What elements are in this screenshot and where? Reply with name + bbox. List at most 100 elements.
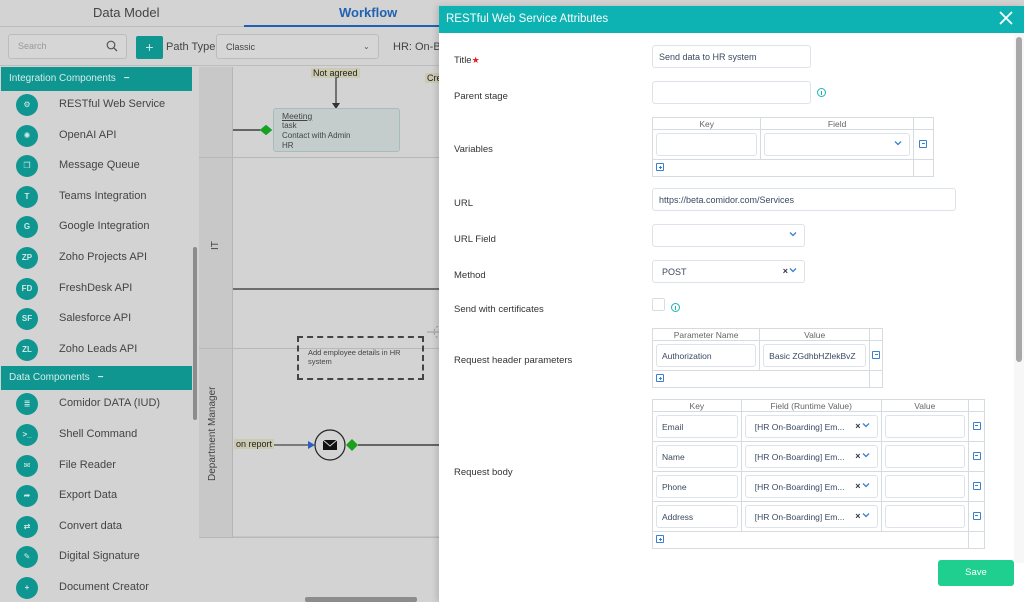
sidebar-item-google-integration[interactable]: G Google Integration <box>0 213 198 244</box>
column-header-parameter-name: Parameter Name <box>651 328 761 341</box>
flow-label-create: Cre <box>425 73 440 83</box>
group-title: Integration Components <box>9 73 116 84</box>
path-type-value: Classic <box>226 42 256 52</box>
send-with-certificates-checkbox[interactable] <box>652 298 665 311</box>
dialog-scrollbar[interactable] <box>1016 37 1022 362</box>
body-field-select[interactable]: [HR On-Boarding] Em... × <box>744 475 878 498</box>
request-headers-table: Parameter Name Value Authorization Basic… <box>651 328 883 388</box>
sidebar-item-comidor-data[interactable]: ≣ Comidor DATA (IUD) <box>0 390 198 421</box>
variable-field-select[interactable] <box>764 133 910 156</box>
body-key-input[interactable]: Address <box>656 505 738 528</box>
sidebar-item-digital-signature[interactable]: ✎ Digital Signature <box>0 543 198 574</box>
chevron-down-icon <box>789 268 797 273</box>
sidebar-item-document-creator[interactable]: + Document Creator <box>0 574 198 602</box>
info-icon[interactable] <box>671 303 680 312</box>
save-button[interactable]: Save <box>938 560 1014 586</box>
group-data-components[interactable]: Data Components − <box>1 366 192 391</box>
variable-key-input[interactable] <box>656 133 758 156</box>
header-name-input[interactable]: Authorization <box>656 344 757 367</box>
clear-icon[interactable]: × <box>783 266 788 276</box>
path-type-select[interactable]: Classic ⌄ <box>216 34 379 59</box>
restful-attributes-dialog: RESTful Web Service Attributes Title★ Se… <box>439 6 1024 602</box>
variables-label: Variables <box>454 144 493 155</box>
sidebar-item-convert-data[interactable]: ⇄ Convert data <box>0 513 198 544</box>
clear-icon[interactable]: × <box>855 421 861 431</box>
url-field-select[interactable] <box>652 224 805 247</box>
chevron-down-icon <box>894 141 902 146</box>
sidebar-item-label: Google Integration <box>59 220 150 233</box>
sidebar-item-label: Document Creator <box>59 580 149 593</box>
sidebar-item-salesforce-api[interactable]: SF Salesforce API <box>0 305 198 336</box>
salesforce-icon: SF <box>16 308 38 331</box>
freshdesk-icon: FD <box>16 277 38 300</box>
sidebar-scrollbar[interactable] <box>193 247 197 420</box>
column-header-key: Key <box>651 117 762 130</box>
path-type-label: Path Type <box>166 41 216 53</box>
body-value-input[interactable] <box>884 505 966 528</box>
column-header-actions <box>869 328 883 341</box>
dialog-body: Title★ Send data to HR system Parent sta… <box>439 33 1024 602</box>
group-integration-components[interactable]: Integration Components − <box>1 67 192 91</box>
sidebar-item-label: Convert data <box>59 519 122 532</box>
remove-row-icon[interactable] <box>919 139 928 148</box>
body-field-value: [HR On-Boarding] Em... <box>754 482 845 492</box>
add-row-icon[interactable] <box>656 163 664 171</box>
sidebar-item-message-queue[interactable]: ❐ Message Queue <box>0 152 198 183</box>
close-icon[interactable] <box>998 10 1014 26</box>
remove-row-icon[interactable] <box>972 421 981 430</box>
component-search-input[interactable]: Search <box>8 34 127 59</box>
workflow-canvas[interactable]: IT Department Manager Not agreed Cre on <box>199 67 440 602</box>
body-value-input[interactable] <box>884 475 966 498</box>
url-input[interactable]: https://beta.comidor.com/Services <box>652 188 956 211</box>
sidebar-item-restful-web-service[interactable]: ⚙ RESTful Web Service <box>0 91 198 122</box>
column-header-actions <box>912 117 935 130</box>
openai-icon: ✺ <box>16 124 38 147</box>
tab-workflow[interactable]: Workflow <box>339 5 397 20</box>
clear-icon[interactable]: × <box>855 451 861 461</box>
remove-row-icon[interactable] <box>972 481 981 490</box>
canvas-horizontal-scrollbar[interactable] <box>305 597 417 602</box>
column-header-key: Key <box>652 399 742 412</box>
sidebar-item-freshdesk-api[interactable]: FD FreshDesk API <box>0 275 198 306</box>
add-row-icon[interactable] <box>656 535 664 543</box>
task-node-add-employee-details[interactable]: Add employee details in HR system <box>297 336 424 380</box>
clear-icon[interactable]: × <box>855 481 861 491</box>
body-value-input[interactable] <box>884 445 966 468</box>
remove-row-icon[interactable] <box>872 350 881 359</box>
parent-stage-input[interactable] <box>652 81 811 104</box>
sidebar-item-zoho-projects-api[interactable]: ZP Zoho Projects API <box>0 244 198 275</box>
sidebar-item-zoho-leads-api[interactable]: ZL Zoho Leads API <box>0 336 198 367</box>
remove-row-icon[interactable] <box>972 451 981 460</box>
sidebar-item-label: Zoho Projects API <box>59 250 148 263</box>
sidebar-item-teams-integration[interactable]: T Teams Integration <box>0 183 198 214</box>
task-node-meeting[interactable]: Meeting task Contact with Admin HR <box>273 108 400 152</box>
collapse-icon[interactable]: − <box>124 73 130 84</box>
add-row-icon[interactable] <box>656 374 664 382</box>
collapse-icon[interactable]: − <box>98 372 104 383</box>
body-field-select[interactable]: [HR On-Boarding] Em... × <box>744 415 878 438</box>
title-input[interactable]: Send data to HR system <box>652 45 811 68</box>
body-key-input[interactable]: Name <box>656 445 738 468</box>
sidebar-item-openai-api[interactable]: ✺ OpenAI API <box>0 122 198 153</box>
sidebar-item-export-data[interactable]: ➦ Export Data <box>0 482 198 513</box>
remove-row-icon[interactable] <box>972 511 981 520</box>
tab-data-model[interactable]: Data Model <box>93 5 159 20</box>
chevron-down-icon <box>862 453 869 458</box>
body-key-input[interactable]: Email <box>656 415 738 438</box>
body-field-select[interactable]: [HR On-Boarding] Em... × <box>744 445 878 468</box>
body-field-value: [HR On-Boarding] Em... <box>754 512 845 522</box>
clear-icon[interactable]: × <box>855 511 861 521</box>
body-key-input[interactable]: Phone <box>656 475 738 498</box>
body-value-input[interactable] <box>884 415 966 438</box>
sidebar-item-file-reader[interactable]: ✉ File Reader <box>0 452 198 483</box>
info-icon[interactable] <box>817 88 826 97</box>
method-select[interactable]: POST × <box>652 260 805 283</box>
add-button[interactable]: + <box>136 36 163 59</box>
header-value-input[interactable]: Basic ZGdhbHZlekBvZ <box>763 344 867 367</box>
chevron-down-icon: ⌄ <box>363 42 370 51</box>
body-field-value: [HR On-Boarding] Em... <box>754 422 845 432</box>
sidebar-item-shell-command[interactable]: >_ Shell Command <box>0 421 198 452</box>
table-row <box>651 129 935 160</box>
body-field-select[interactable]: [HR On-Boarding] Em... × <box>744 505 878 528</box>
chevron-down-icon <box>862 423 869 428</box>
